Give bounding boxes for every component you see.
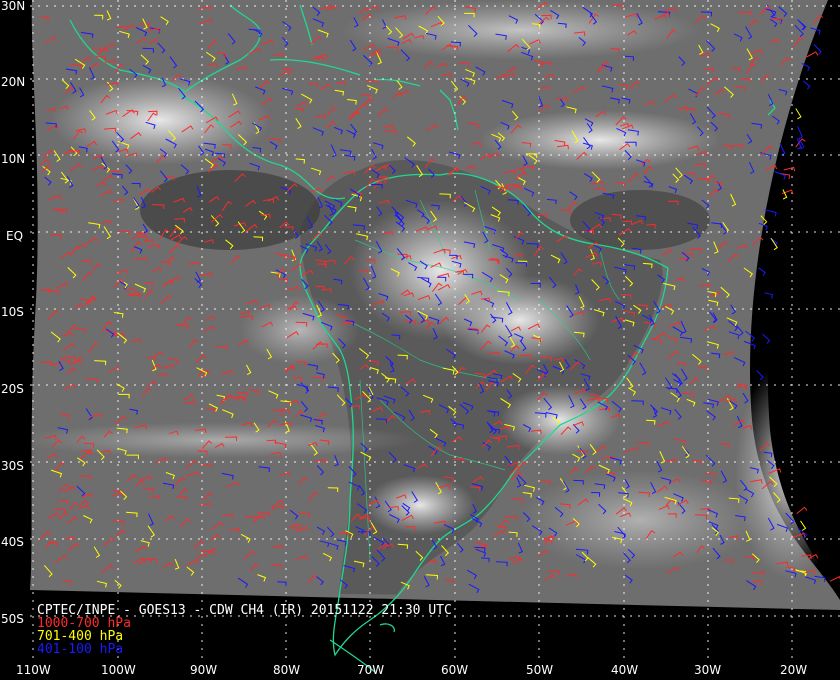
cloud-pacific-band [28, 422, 420, 458]
cloud-south-atlantic [520, 470, 760, 570]
lat-label-20s: 20S [1, 382, 24, 396]
lat-label-10s: 10S [1, 305, 24, 319]
lat-label-10n: 10N [1, 152, 25, 166]
cloud-central-brazil [440, 275, 600, 365]
lon-label-50w: 50W [526, 663, 553, 677]
lat-label-30s: 30S [1, 459, 24, 473]
legend-high-level: 401-100 hPa [37, 642, 124, 657]
lon-label-20w: 20W [780, 663, 807, 677]
lon-label-40w: 40W [611, 663, 638, 677]
lon-label-90w: 90W [190, 663, 217, 677]
satellite-wind-map: 30N 20N 10N EQ 10S 20S 30S 40S 50S 110W … [0, 0, 840, 680]
cloud-la-plata [365, 475, 475, 535]
lat-label-20n: 20N [1, 75, 25, 89]
lon-label-110w: 110W [16, 663, 51, 677]
lon-label-100w: 100W [101, 663, 136, 677]
lon-label-70w: 70W [357, 663, 384, 677]
cloud-se-brazil [500, 385, 620, 455]
cloud-north [340, 0, 700, 60]
lon-label-60w: 60W [441, 663, 468, 677]
lat-label-eq: EQ [6, 229, 23, 243]
lon-label-80w: 80W [273, 663, 300, 677]
lon-label-30w: 30W [694, 663, 721, 677]
cloud-caribbean [50, 75, 270, 165]
lat-label-50s: 50S [1, 612, 24, 626]
dark-sea-2 [570, 190, 710, 250]
dark-sea-1 [140, 170, 320, 250]
lat-label-40s: 40S [1, 535, 24, 549]
satellite-image [28, 0, 840, 610]
lat-label-30n: 30N [1, 0, 25, 13]
